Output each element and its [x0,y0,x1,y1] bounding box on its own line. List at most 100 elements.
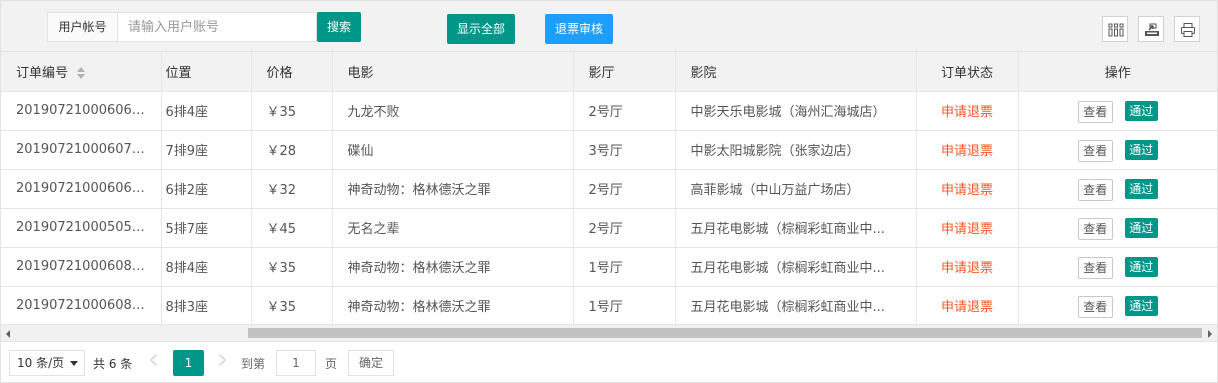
current-page[interactable]: 1 [173,350,204,376]
cell-position: 5排7座 [160,208,252,248]
cell-movie: 神奇动物：格林德沃之罪 [332,169,574,209]
search-button[interactable]: 搜索 [317,12,361,42]
view-button[interactable]: 查看 [1077,178,1113,201]
cell-hall: 1号厅 [573,286,676,324]
cell-order-no: 2019072100060602 [1,169,162,209]
page-size-select[interactable]: 10 条/页 [9,350,85,376]
export-button[interactable] [1138,16,1164,42]
cell-actions: 查看 通过 [1018,286,1217,324]
pagination: 10 条/页 共 6 条 1 到第 页 确定 [1,341,1217,382]
columns-icon [1108,23,1124,37]
cell-actions: 查看 通过 [1018,208,1217,248]
print-button[interactable] [1174,16,1200,42]
view-button[interactable]: 查看 [1077,139,1113,162]
cell-movie: 碟仙 [332,130,574,170]
cell-price: ￥32 [251,169,333,209]
table-row: 2019072100060709 7排9座 ￥28 碟仙 3号厅 中影太阳城影院… [1,130,1217,170]
columns-filter-button[interactable] [1102,16,1128,42]
header-position: 位置 [160,52,252,92]
cell-order-no: 2019072100060804 [1,247,162,287]
show-all-button[interactable]: 显示全部 [447,14,515,44]
sort-icon[interactable] [76,67,86,80]
cell-hall: 1号厅 [573,247,676,287]
confirm-page-button[interactable]: 确定 [348,350,394,376]
approve-button[interactable]: 通过 [1124,139,1158,160]
header-price: 价格 [251,52,333,92]
cell-price: ￥28 [251,130,333,170]
header-actions: 操作 [1018,52,1217,92]
approve-button[interactable]: 通过 [1124,178,1158,199]
table-row: 2019072100060602 6排2座 ￥32 神奇动物：格林德沃之罪 2号… [1,169,1217,209]
cell-order-no: 2019072100060803 [1,286,162,324]
cell-position: 6排2座 [160,169,252,209]
cell-position: 6排4座 [160,91,252,131]
caret-down-icon [70,361,78,366]
cell-actions: 查看 通过 [1018,247,1217,287]
view-button[interactable]: 查看 [1077,100,1113,123]
scrollbar-thumb[interactable] [248,328,1202,338]
prev-page-icon[interactable] [150,353,160,369]
export-icon [1145,23,1159,36]
approve-button[interactable]: 通过 [1124,295,1158,316]
table-header-row: 订单编号 位置 价格 电影 影厅 影院 订单状态 操作 [1,52,1217,92]
account-label: 用户帐号 [47,12,118,42]
table-row: 2019072100060804 8排4座 ￥35 神奇动物：格林德沃之罪 1号… [1,247,1217,287]
cell-status: 申请退票 [916,169,1019,209]
cell-price: ￥35 [251,286,333,324]
next-page-icon[interactable] [216,353,226,369]
cell-position: 8排3座 [160,286,252,324]
cell-actions: 查看 通过 [1018,91,1217,131]
cell-status: 申请退票 [916,247,1019,287]
header-hall: 影厅 [573,52,676,92]
cell-hall: 3号厅 [573,130,676,170]
cell-position: 7排9座 [160,130,252,170]
table-row: 2019072100060604 6排4座 ￥35 九龙不败 2号厅 中影天乐电… [1,91,1217,131]
cell-hall: 2号厅 [573,91,676,131]
cell-status: 申请退票 [916,208,1019,248]
view-button[interactable]: 查看 [1077,295,1113,318]
cell-cinema: 五月花电影城（棕榈彩虹商业中... [675,208,917,248]
cell-price: ￥45 [251,208,333,248]
cell-actions: 查看 通过 [1018,169,1217,209]
header-cinema: 影院 [675,52,917,92]
print-icon [1181,23,1195,37]
goto-label: 到第 [241,357,266,371]
cell-hall: 2号厅 [573,208,676,248]
cell-movie: 无名之辈 [332,208,574,248]
refund-review-button[interactable]: 退票审核 [545,14,613,44]
approve-button[interactable]: 通过 [1124,217,1158,238]
cell-cinema: 中影天乐电影城（海州汇海城店） [675,91,917,131]
orders-table: 订单编号 位置 价格 电影 影厅 影院 订单状态 操作 201907210006… [1,52,1217,324]
scroll-left-icon[interactable] [6,330,10,338]
account-search-input[interactable] [117,12,317,42]
cell-movie: 神奇动物：格林德沃之罪 [332,247,574,287]
cell-status: 申请退票 [916,130,1019,170]
approve-button[interactable]: 通过 [1124,100,1158,121]
view-button[interactable]: 查看 [1077,256,1113,279]
page-number-input[interactable] [276,350,316,376]
cell-order-no: 2019072100060604 [1,91,162,131]
cell-status: 申请退票 [916,286,1019,324]
cell-movie: 九龙不败 [332,91,574,131]
header-status: 订单状态 [916,52,1019,92]
horizontal-scrollbar[interactable] [1,324,1217,341]
page-unit-label: 页 [325,357,338,371]
cell-order-no: 2019072100050507 [1,208,162,248]
cell-cinema: 五月花电影城（棕榈彩虹商业中... [675,286,917,324]
cell-actions: 查看 通过 [1018,130,1217,170]
cell-movie: 神奇动物：格林德沃之罪 [332,286,574,324]
view-button[interactable]: 查看 [1077,217,1113,240]
cell-hall: 2号厅 [573,169,676,209]
header-movie: 电影 [332,52,574,92]
header-order-no[interactable]: 订单编号 [1,52,162,92]
scroll-right-icon[interactable] [1208,330,1212,338]
cell-cinema: 中影太阳城影院（张家边店） [675,130,917,170]
table-row: 2019072100060803 8排3座 ￥35 神奇动物：格林德沃之罪 1号… [1,286,1217,324]
table-row: 2019072100050507 5排7座 ￥45 无名之辈 2号厅 五月花电影… [1,208,1217,248]
cell-price: ￥35 [251,247,333,287]
cell-cinema: 高菲影城（中山万益广场店） [675,169,917,209]
cell-order-no: 2019072100060709 [1,130,162,170]
approve-button[interactable]: 通过 [1124,256,1158,277]
cell-price: ￥35 [251,91,333,131]
toolbar: 用户帐号 搜索 显示全部 退票审核 [1,1,1217,52]
